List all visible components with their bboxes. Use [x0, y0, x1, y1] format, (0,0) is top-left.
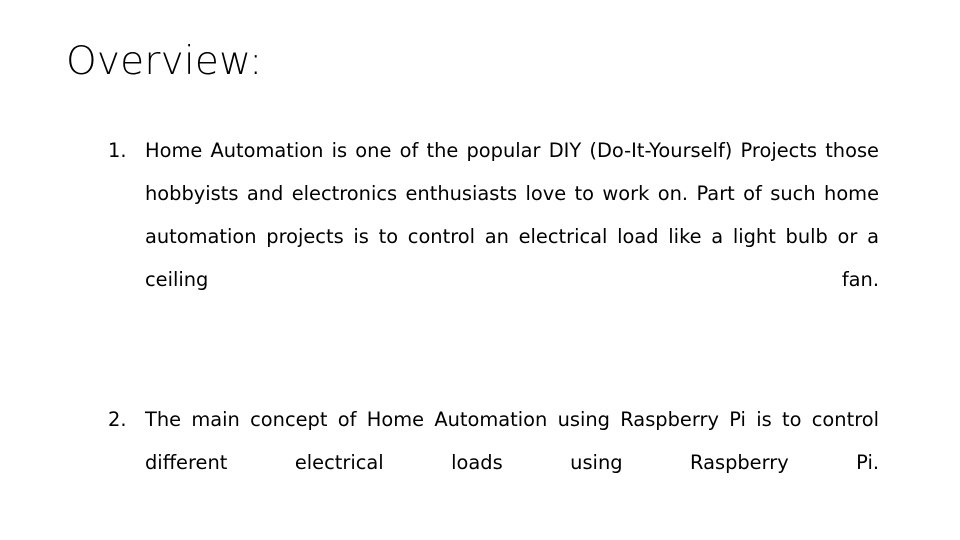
- list-item: 2. The main concept of Home Automation u…: [108, 398, 879, 527]
- list-item: 1. Home Automation is one of the popular…: [108, 129, 879, 344]
- presentation-slide: Overview: 1. Home Automation is one of t…: [0, 0, 960, 540]
- list-item-marker: 2.: [108, 408, 127, 431]
- list-item-text: Home Automation is one of the popular DI…: [145, 139, 879, 291]
- list-item-marker: 1.: [108, 139, 127, 162]
- slide-body-list: 1. Home Automation is one of the popular…: [108, 129, 879, 527]
- page-title: Overview:: [66, 39, 263, 84]
- list-item-text: The main concept of Home Automation usin…: [145, 408, 879, 474]
